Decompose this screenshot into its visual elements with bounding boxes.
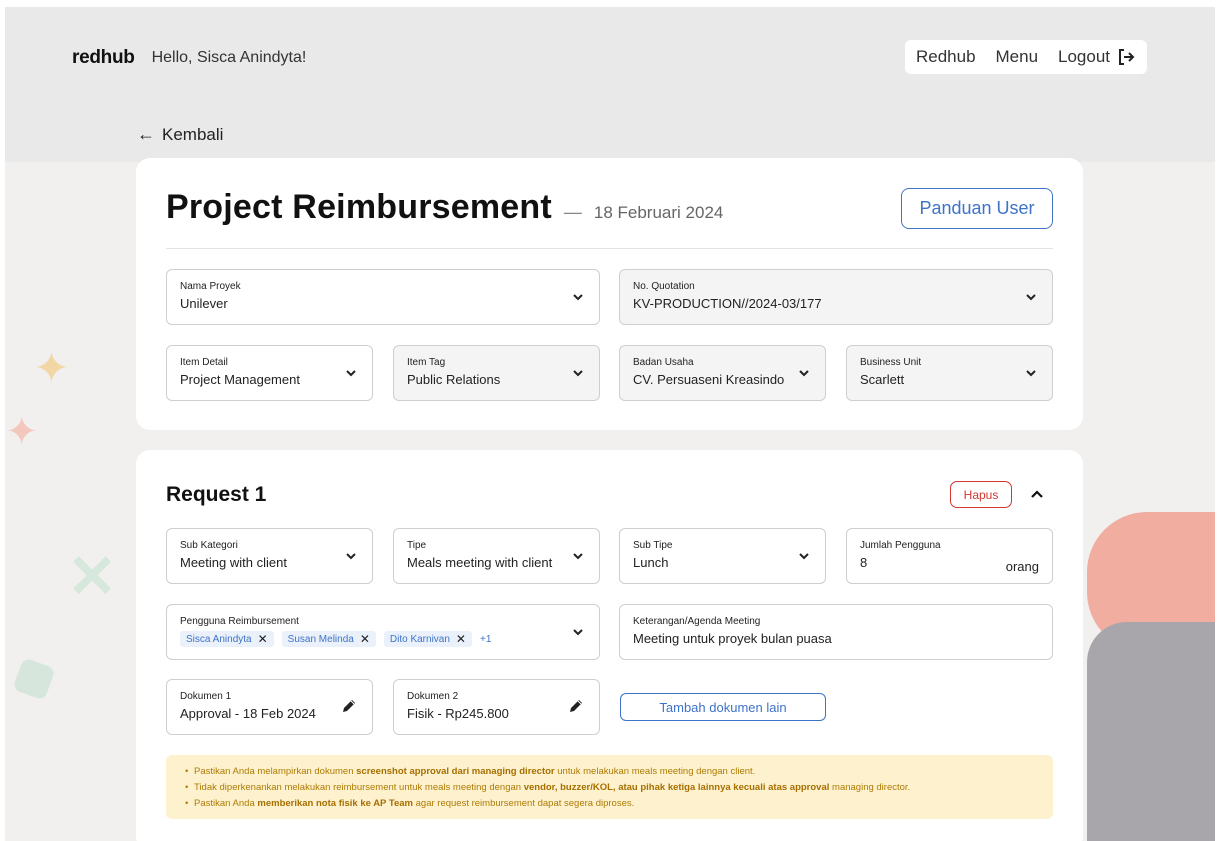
field-label: Keterangan/Agenda Meeting <box>633 616 761 627</box>
item-tag-select[interactable]: Item Tag Public Relations <box>393 345 600 401</box>
title-dash: — <box>563 202 582 222</box>
nav-redhub-link[interactable]: Redhub <box>916 47 976 67</box>
notice-box: Pastikan Anda melampirkan dokumen screen… <box>166 755 1053 819</box>
chip-label: Dito Karnivan <box>389 633 450 645</box>
field-label: Jumlah Pengguna <box>860 540 941 551</box>
chevron-down-icon <box>346 553 356 560</box>
top-nav: Redhub Menu Logout <box>905 40 1147 74</box>
chevron-up-icon[interactable] <box>1029 486 1045 502</box>
reimbursement-users-select[interactable]: Pengguna Reimbursement Sisca Anindyta ✕ … <box>166 604 600 660</box>
field-label: Sub Kategori <box>180 540 238 551</box>
field-value: Public Relations <box>407 372 501 387</box>
chevron-down-icon <box>1026 294 1036 301</box>
field-label: Badan Usaha <box>633 357 694 368</box>
field-value: Approval - 18 Feb 2024 <box>180 706 316 721</box>
close-icon[interactable]: ✕ <box>360 633 370 645</box>
field-label: Dokumen 1 <box>180 691 232 702</box>
document-1-field: Dokumen 1 Approval - 18 Feb 2024 <box>166 679 373 735</box>
chip-label: Sisca Anindyta <box>186 633 252 645</box>
field-value: Meeting with client <box>180 555 287 570</box>
page-date: 18 Februari 2024 <box>593 203 724 222</box>
field-value: Meals meeting with client <box>407 555 553 570</box>
field-value: Fisik - Rp245.800 <box>407 706 509 721</box>
unit-label: orang <box>1005 559 1039 574</box>
chevron-down-icon <box>573 370 583 377</box>
nav-menu-link[interactable]: Menu <box>996 47 1039 67</box>
user-guide-button[interactable]: Panduan User <box>901 188 1053 229</box>
field-label: Business Unit <box>860 357 922 368</box>
logo[interactable]: redhub <box>72 47 135 69</box>
meeting-agenda-input[interactable]: Keterangan/Agenda Meeting Meeting untuk … <box>619 604 1053 660</box>
project-name-select[interactable]: Nama Proyek Unilever <box>166 269 600 325</box>
notice-item: Pastikan Anda melampirkan dokumen screen… <box>185 764 1053 780</box>
add-document-button[interactable]: Tambah dokumen lain <box>620 693 826 721</box>
greeting-text: Hello, Sisca Anindyta! <box>151 49 307 66</box>
pencil-icon[interactable] <box>340 697 358 715</box>
field-value: Unilever <box>180 296 228 311</box>
sub-type-select[interactable]: Sub Tipe Lunch <box>619 528 826 584</box>
app-canvas: ✦ ✦ ✕ redhub Hello, Sisca Anindyta! Redh… <box>5 7 1215 841</box>
type-select[interactable]: Tipe Meals meeting with client <box>393 528 600 584</box>
field-label: Dokumen 2 <box>407 691 459 702</box>
back-arrow-icon: ← <box>137 124 155 144</box>
item-detail-select[interactable]: Item Detail Project Management <box>166 345 373 401</box>
field-value: Project Management <box>180 372 300 387</box>
field-value: Scarlett <box>860 372 905 387</box>
page-title-row: Project Reimbursement — 18 Februari 2024 <box>166 188 723 227</box>
sub-category-select[interactable]: Sub Kategori Meeting with client <box>166 528 373 584</box>
close-icon[interactable]: ✕ <box>258 633 268 645</box>
user-chip: Sisca Anindyta ✕ <box>180 631 274 647</box>
document-2-field: Dokumen 2 Fisik - Rp245.800 <box>393 679 600 735</box>
field-label: No. Quotation <box>633 281 695 292</box>
chevron-down-icon <box>1026 370 1036 377</box>
user-count-input[interactable]: Jumlah Pengguna 8 orang <box>846 528 1053 584</box>
quotation-select[interactable]: No. Quotation KV-PRODUCTION//2024-03/177 <box>619 269 1053 325</box>
field-value: Lunch <box>633 555 669 570</box>
field-value: Meeting untuk proyek bulan puasa <box>633 631 832 646</box>
field-label: Item Detail <box>180 357 228 368</box>
field-label: Nama Proyek <box>180 281 241 292</box>
logout-button[interactable]: Logout <box>1058 47 1135 67</box>
decorative-sparkle-icon: ✦ <box>5 410 39 454</box>
user-chips: Sisca Anindyta ✕ Susan Melinda ✕ Dito Ka… <box>180 631 586 647</box>
business-unit-select[interactable]: Business Unit Scarlett <box>846 345 1053 401</box>
notice-item: Pastikan Anda memberikan nota fisik ke A… <box>185 796 1053 812</box>
divider <box>166 248 1053 249</box>
notice-item: Tidak diperkenankan melakukan reimbursem… <box>185 780 1053 796</box>
field-label: Pengguna Reimbursement <box>180 616 299 627</box>
delete-request-button[interactable]: Hapus <box>950 481 1012 508</box>
request-card: Request 1 Hapus Sub Kategori Meeting wit… <box>136 450 1083 841</box>
decorative-illustration <box>1087 622 1215 841</box>
field-label: Item Tag <box>407 357 446 368</box>
field-label: Sub Tipe <box>633 540 673 551</box>
chevron-down-icon <box>799 553 809 560</box>
request-title: Request 1 <box>166 483 267 506</box>
project-card: Project Reimbursement — 18 Februari 2024… <box>136 158 1083 430</box>
user-chip: Dito Karnivan ✕ <box>383 631 472 647</box>
business-entity-select[interactable]: Badan Usaha CV. Persuaseni Kreasindo <box>619 345 826 401</box>
field-label: Tipe <box>407 540 427 551</box>
chevron-down-icon <box>573 553 583 560</box>
back-link[interactable]: ← Kembali <box>137 124 223 145</box>
chevron-down-icon <box>573 294 583 301</box>
pencil-icon[interactable] <box>567 697 585 715</box>
chevron-down-icon <box>799 370 809 377</box>
field-value: KV-PRODUCTION//2024-03/177 <box>633 296 822 311</box>
user-chip: Susan Melinda ✕ <box>281 631 376 647</box>
logout-icon <box>1119 49 1135 65</box>
more-users-count[interactable]: +1 <box>480 634 491 645</box>
back-label: Kembali <box>162 124 224 144</box>
decorative-sparkle-icon: ✦ <box>33 344 70 393</box>
chip-label: Susan Melinda <box>287 633 354 645</box>
field-value: CV. Persuaseni Kreasindo <box>633 372 785 387</box>
topbar: redhub Hello, Sisca Anindyta! <box>72 47 306 69</box>
chevron-down-icon <box>573 629 583 636</box>
close-icon[interactable]: ✕ <box>456 633 466 645</box>
page-title: Project Reimbursement <box>166 188 552 226</box>
decorative-cross-icon: ✕ <box>67 543 118 610</box>
chevron-down-icon <box>346 370 356 377</box>
logout-label: Logout <box>1058 47 1110 66</box>
